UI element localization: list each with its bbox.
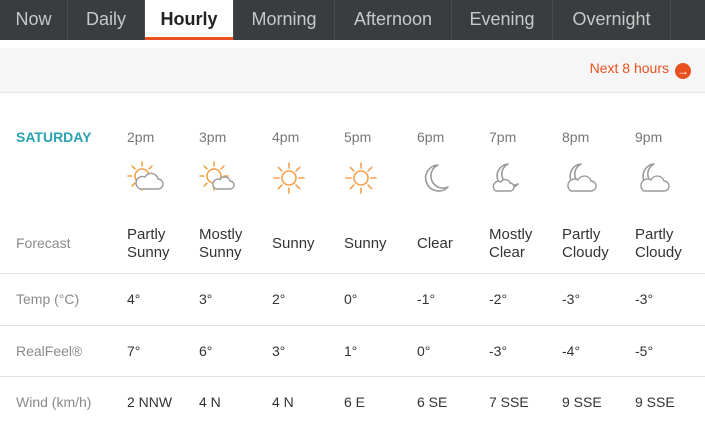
partly-sunny-icon — [126, 160, 166, 196]
tab-label: Morning — [251, 9, 317, 29]
sunny-icon — [271, 160, 311, 196]
temp-row-label: Temp (°C) — [16, 291, 80, 307]
moon-icon — [416, 160, 456, 196]
forecast-condition-line: Sunny — [127, 244, 170, 261]
wind-value: 4 N — [199, 394, 221, 410]
forecast-condition: Sunny — [344, 235, 387, 253]
hour-label: 6pm — [417, 129, 445, 145]
temp-value: -1° — [417, 291, 436, 307]
mostly-sunny-icon — [198, 160, 238, 196]
forecast-condition-line: Sunny — [272, 235, 315, 252]
hour-label: 5pm — [344, 129, 372, 145]
forecast-condition-line: Cloudy — [635, 244, 682, 261]
tab-label: Daily — [85, 9, 126, 29]
forecast-condition-line: Mostly — [489, 226, 533, 243]
temp-value: 0° — [344, 291, 358, 307]
realfeel-row-label: RealFeel® — [16, 343, 83, 359]
wind-value: 9 SSE — [562, 394, 602, 410]
next-link-label: Next 8 hours — [589, 60, 669, 76]
tab-morning[interactable]: Morning — [234, 0, 335, 40]
forecast-condition-line: Clear — [489, 244, 525, 261]
forecast-condition: Mostly Clear — [489, 226, 532, 262]
hour-label: 4pm — [272, 129, 300, 145]
hour-label: 2pm — [127, 129, 155, 145]
realfeel-value: 1° — [344, 343, 358, 359]
temp-value: -3° — [562, 291, 581, 307]
realfeel-value: -4° — [562, 343, 581, 359]
temp-value: -2° — [489, 291, 508, 307]
partly-cloudy-night-icon — [634, 160, 674, 196]
tab-evening[interactable]: Evening — [452, 0, 553, 40]
hour-label: 8pm — [562, 129, 590, 145]
tab-label: Hourly — [160, 9, 218, 29]
tab-label: Overnight — [572, 9, 651, 29]
forecast-condition-line: Sunny — [199, 244, 242, 261]
temp-value: 2° — [272, 291, 286, 307]
forecast-condition: Sunny — [272, 235, 315, 253]
hour-label: 3pm — [199, 129, 227, 145]
temp-value: -3° — [635, 291, 654, 307]
wind-row-label: Wind (km/h) — [16, 394, 92, 410]
wind-value: 6 E — [344, 394, 366, 410]
tab-now[interactable]: Now — [0, 0, 68, 40]
arrow-right-icon: → — [675, 63, 691, 79]
partly-cloudy-night-icon — [561, 160, 601, 196]
tab-overnight[interactable]: Overnight — [553, 0, 671, 40]
temp-value: 3° — [199, 291, 213, 307]
forecast-condition: Clear — [417, 235, 453, 253]
tab-bar: Now Daily Hourly Morning Afternoon Eveni… — [0, 0, 705, 40]
temp-value: 4° — [127, 291, 141, 307]
wind-value: 2 NNW — [127, 394, 173, 410]
realfeel-value: -5° — [635, 343, 654, 359]
wind-value: 4 N — [272, 394, 294, 410]
forecast-condition-line: Partly — [562, 226, 601, 243]
row-divider — [0, 325, 705, 326]
forecast-condition-line: Clear — [417, 235, 453, 252]
active-tab-indicator — [145, 37, 233, 40]
day-label: SATURDAY — [16, 129, 92, 145]
forecast-condition: Partly Sunny — [127, 226, 170, 262]
forecast-condition: Partly Cloudy — [635, 226, 682, 262]
wind-value: 9 SSE — [635, 394, 675, 410]
row-divider — [0, 376, 705, 377]
forecast-condition: Partly Cloudy — [562, 226, 609, 262]
forecast-row-label: Forecast — [16, 235, 71, 251]
next-8-hours-link[interactable]: Next 8 hours → — [590, 60, 691, 79]
tab-label: Evening — [469, 9, 535, 29]
tab-label: Now — [15, 9, 52, 29]
realfeel-value: 3° — [272, 343, 286, 359]
wind-value: 6 SE — [417, 394, 448, 410]
forecast-condition-line: Partly — [127, 226, 166, 243]
tab-label: Afternoon — [353, 9, 433, 29]
hour-label: 9pm — [635, 129, 663, 145]
wind-value: 7 SSE — [489, 394, 529, 410]
tab-afternoon[interactable]: Afternoon — [335, 0, 452, 40]
realfeel-value: 0° — [417, 343, 431, 359]
tab-daily[interactable]: Daily — [68, 0, 145, 40]
forecast-condition-line: Mostly — [199, 226, 243, 243]
pager-bar: Next 8 hours → — [0, 48, 705, 93]
row-divider — [0, 273, 705, 274]
hour-label: 7pm — [489, 129, 517, 145]
forecast-condition-line: Partly — [635, 226, 674, 243]
forecast-condition-line: Sunny — [344, 235, 387, 252]
sunny-icon — [343, 160, 383, 196]
mostly-clear-night-icon — [488, 160, 528, 196]
forecast-condition: Mostly Sunny — [199, 226, 242, 262]
realfeel-value: 7° — [127, 343, 141, 359]
realfeel-value: 6° — [199, 343, 213, 359]
realfeel-value: -3° — [489, 343, 508, 359]
tab-hourly[interactable]: Hourly — [145, 0, 234, 40]
forecast-condition-line: Cloudy — [562, 244, 609, 261]
